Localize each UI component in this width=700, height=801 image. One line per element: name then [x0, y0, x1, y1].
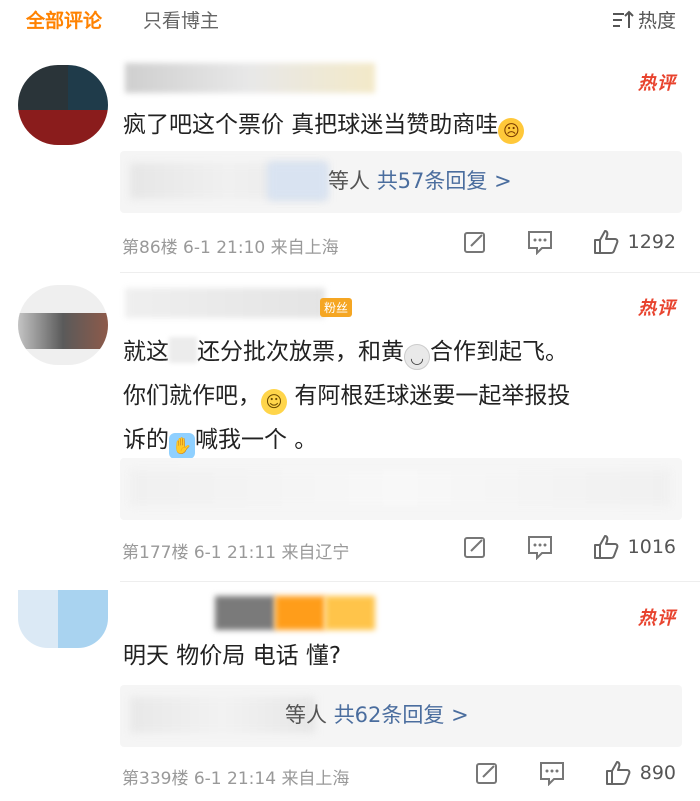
reply-others-label: 等人	[285, 703, 327, 727]
avatar[interactable]	[18, 590, 108, 648]
hot-comment-badge: 热评	[638, 608, 676, 629]
shocked-face-emoji-icon: ☹	[498, 118, 525, 144]
username-redacted[interactable]	[275, 596, 325, 630]
cow-face-emoji-icon: ◡	[404, 344, 430, 370]
like-icon[interactable]	[592, 533, 620, 561]
comment-date: 6-1 21:10	[183, 238, 266, 258]
reply-preview-box[interactable]	[120, 458, 682, 520]
comment-text-content: 明天 物价局 电话 懂?	[123, 643, 342, 669]
comment-text-content: 有阿根廷球迷要一起举报投	[294, 383, 571, 409]
floor-number: 第339楼	[122, 769, 189, 789]
comment-item: 热评 明天 物价局 电话 懂? 等人 共62条回复 > 第339楼 6-1 21…	[0, 590, 700, 801]
view-replies-link[interactable]: 共57条回复 >	[377, 169, 512, 193]
hot-comment-badge: 热评	[638, 298, 676, 319]
comment-text-content: 诉的	[123, 427, 169, 453]
reply-others-label: 等人	[328, 169, 370, 193]
username-redacted[interactable]	[215, 596, 275, 630]
reply-preview-box[interactable]: 等人 共62条回复 >	[120, 685, 682, 747]
floor-number: 第86楼	[122, 238, 178, 258]
comment-text-content: 喊我一个 。	[195, 427, 318, 453]
reply-preview-box[interactable]: 等人 共57条回复 >	[120, 151, 682, 213]
smile-emoji-icon: ☺	[261, 389, 287, 415]
comment-location: 来自上海	[270, 238, 339, 258]
avatar[interactable]	[18, 65, 108, 145]
comment-text-content: 还分批次放票，和黄	[197, 339, 404, 365]
comment-icon[interactable]	[526, 534, 554, 560]
comment-text: 明天 物价局 电话 懂?	[123, 636, 683, 676]
comment-meta: 第339楼 6-1 21:14 来自上海	[122, 764, 349, 789]
share-icon[interactable]	[462, 534, 488, 560]
comment-meta: 第177楼 6-1 21:11 来自辽宁	[122, 538, 349, 563]
like-count: 890	[639, 762, 676, 784]
fan-badge: 粉丝	[320, 298, 353, 317]
comment-location: 来自辽宁	[281, 543, 350, 563]
comment-text-content: 疯了吧这个票价 真把球迷当赞助商哇	[123, 112, 499, 138]
hot-comment-badge: 热评	[638, 73, 676, 94]
raising-hand-emoji-icon: ✋	[169, 433, 195, 459]
comment-text: 就这 还分批次放票，和黄 ◡ 合作到起飞。 你们就作吧， ☺ 有阿根廷球迷要一起举报投 …	[123, 330, 683, 462]
comment-date: 6-1 21:14	[193, 769, 277, 789]
share-icon[interactable]	[474, 760, 500, 786]
reply-author-redacted	[130, 470, 670, 506]
avatar[interactable]	[18, 285, 108, 365]
redacted-word	[169, 337, 197, 363]
tab-author-only[interactable]: 只看博主	[143, 6, 219, 33]
like-count: 1016	[627, 536, 676, 558]
sort-label: 热度	[637, 10, 676, 32]
comment-tab-bar: 全部评论 只看博主 热度	[0, 0, 700, 40]
reply-author-redacted	[268, 163, 328, 199]
comment-item: 热评 疯了吧这个票价 真把球迷当赞助商哇 ☹ 等人 共57条回复 > 第86楼 6…	[0, 55, 700, 275]
tab-all-comments[interactable]: 全部评论	[26, 6, 102, 33]
comment-text-content: 你们就作吧，	[123, 383, 261, 409]
comment-actions: 1016	[462, 533, 676, 561]
sort-icon	[612, 10, 634, 28]
comment-location: 来自上海	[281, 769, 350, 789]
comment-meta: 第86楼 6-1 21:10 来自上海	[122, 233, 339, 258]
comment-icon[interactable]	[538, 760, 566, 786]
comment-actions: 1292	[462, 228, 676, 256]
username-redacted[interactable]	[325, 596, 375, 630]
comment-date: 6-1 21:11	[193, 543, 277, 563]
like-count: 1292	[627, 231, 676, 253]
comment-text-content: 就这	[123, 339, 169, 365]
comment-icon[interactable]	[526, 229, 554, 255]
view-replies-link[interactable]: 共62条回复 >	[334, 703, 469, 727]
username-redacted[interactable]	[125, 63, 375, 93]
like-icon[interactable]	[604, 759, 632, 787]
floor-number: 第177楼	[122, 543, 189, 563]
share-icon[interactable]	[462, 229, 488, 255]
comment-divider	[120, 272, 700, 273]
comment-actions: 890	[474, 759, 676, 787]
comment-divider	[120, 581, 700, 582]
comment-text: 疯了吧这个票价 真把球迷当赞助商哇 ☹	[123, 105, 683, 145]
like-icon[interactable]	[592, 228, 620, 256]
sort-by-heat-button[interactable]: 热度	[612, 6, 676, 33]
username-redacted[interactable]	[125, 288, 325, 318]
comment-item: 粉丝 热评 就这 还分批次放票，和黄 ◡ 合作到起飞。 你们就作吧， ☺ 有阿根廷球迷要…	[0, 280, 700, 580]
comment-text-content: 合作到起飞。	[430, 339, 568, 365]
